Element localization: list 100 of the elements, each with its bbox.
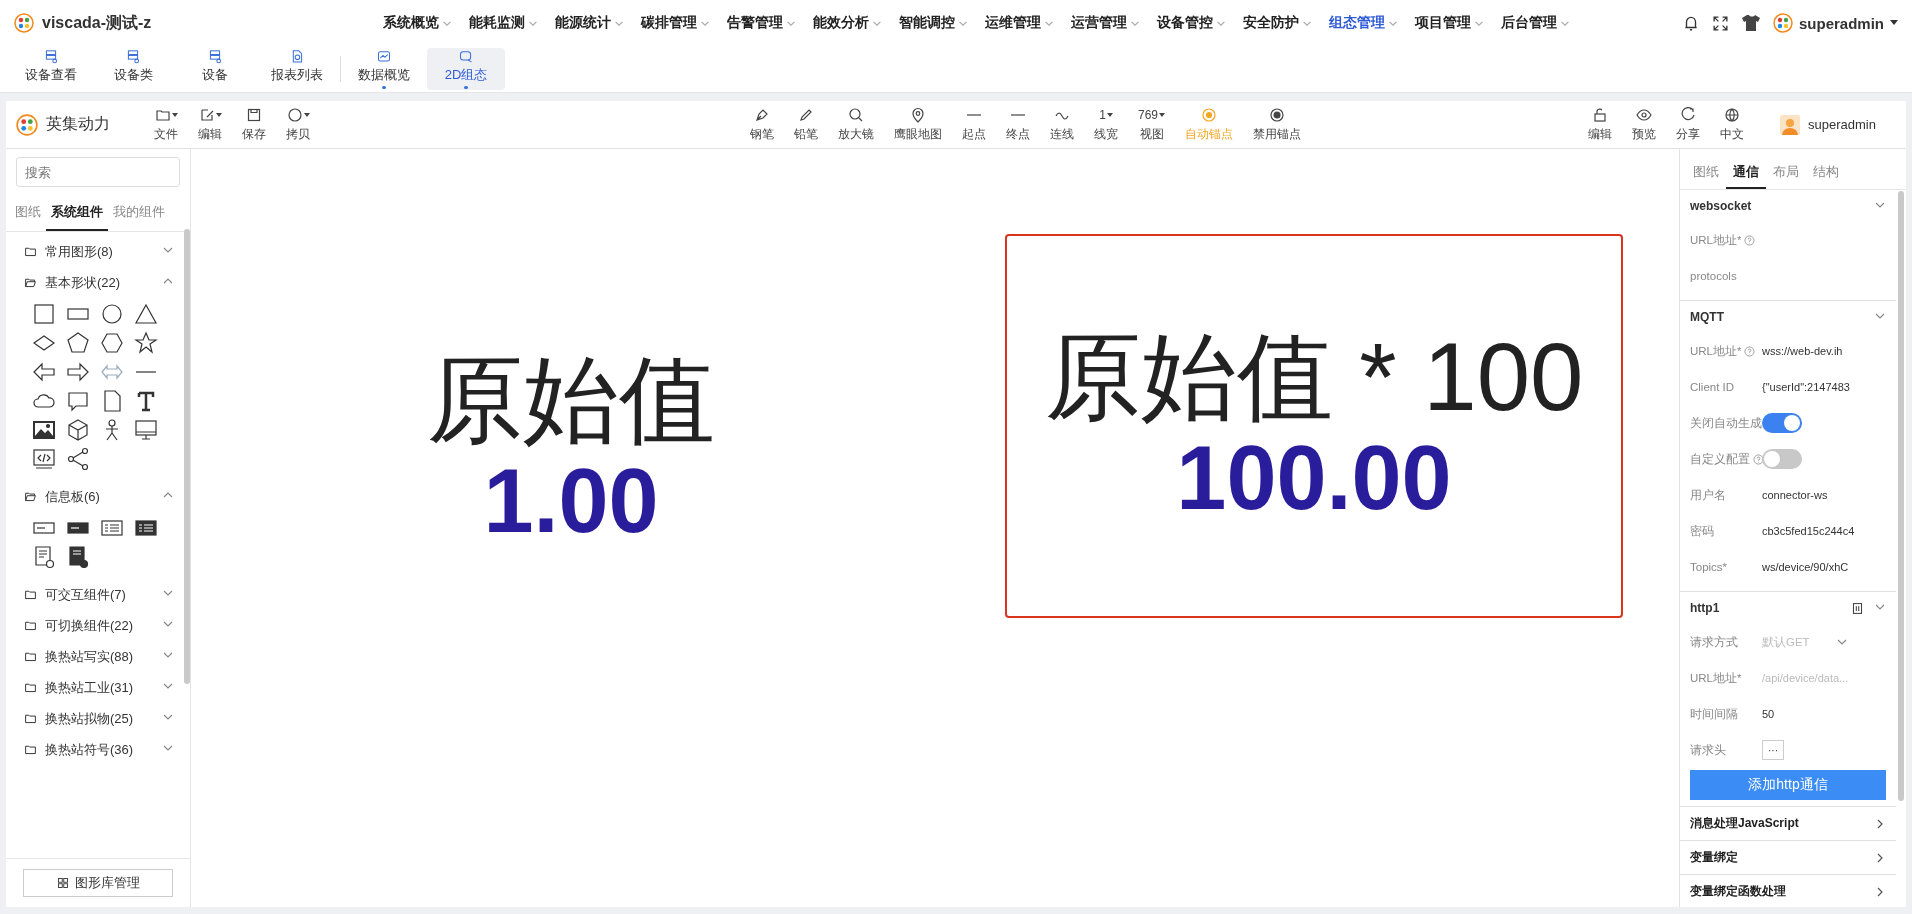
quick-tab[interactable]: 设备类	[94, 48, 172, 90]
sidebar-tab[interactable]: 我的组件	[108, 195, 170, 231]
field-value[interactable]: wss://web-dev.ih	[1762, 345, 1843, 357]
panel-tab[interactable]: 图纸	[1686, 159, 1726, 189]
quick-tab[interactable]: 设备	[176, 48, 254, 90]
toolbar-button[interactable]: 连线	[1040, 106, 1084, 143]
square-icon[interactable]	[32, 302, 56, 326]
toolbar-button[interactable]: 文件	[144, 106, 188, 143]
field-value[interactable]: {"userId":2147483	[1762, 381, 1850, 393]
toolbar-button[interactable]: 拷贝	[276, 106, 320, 143]
category-item[interactable]: 换热站拟物(25)	[18, 703, 180, 734]
toggle-switch[interactable]	[1762, 449, 1802, 469]
field-value[interactable]: connector-ws	[1762, 489, 1828, 501]
nav-menu-item[interactable]: 能耗监测	[460, 14, 546, 32]
category-item[interactable]: 常用图形(8)	[18, 236, 180, 267]
globe-icon	[1724, 106, 1741, 123]
chevron-down-icon	[701, 20, 709, 26]
toolbar-button[interactable]: 终点	[996, 106, 1040, 143]
field-label: Client ID	[1690, 381, 1735, 393]
share-icon[interactable]	[66, 447, 90, 471]
field-label: URL地址*	[1690, 232, 1742, 248]
toolbar-button[interactable]: 769 视图	[1128, 106, 1176, 143]
library-manage-button[interactable]: 图形库管理	[23, 869, 173, 897]
collapsed-section[interactable]: 消息处理JavaScript	[1680, 807, 1896, 841]
panel-tab[interactable]: 布局	[1766, 159, 1806, 189]
speech-bubble-icon[interactable]	[66, 389, 90, 413]
category-item[interactable]: 换热站写实(88)	[18, 641, 180, 672]
search-field[interactable]: 搜索	[16, 157, 180, 187]
user-name[interactable]: superadmin	[1798, 14, 1884, 32]
collapsed-section[interactable]: 变量绑定	[1680, 841, 1896, 875]
toolbar-button[interactable]: 编辑	[1578, 106, 1623, 143]
right-arrow-icon[interactable]	[66, 360, 90, 384]
star-icon[interactable]	[134, 331, 158, 355]
nav-menu-item[interactable]: 运营管理	[1062, 14, 1148, 32]
nav-menu-item[interactable]: 组态管理	[1320, 14, 1406, 32]
field-label: protocols	[1690, 270, 1737, 282]
nav-menu-item[interactable]: 系统概览	[374, 14, 460, 32]
nav-menu-item[interactable]: 告警管理	[718, 14, 804, 32]
quick-tab[interactable]: 数据概览	[345, 48, 423, 90]
cube-icon[interactable]	[66, 418, 90, 442]
toolbar-button[interactable]: 中文	[1710, 106, 1755, 143]
sidebar-tab[interactable]: 图纸	[10, 195, 46, 231]
nav-menu-item[interactable]: 碳排管理	[632, 14, 718, 32]
canvas-group[interactable]: 原始值 1.00	[371, 259, 771, 639]
category-item[interactable]: 信息板(6)	[18, 481, 180, 512]
quick-tab[interactable]: 2D组态	[427, 48, 505, 90]
nav-menu-item[interactable]: 安全防护	[1234, 14, 1320, 32]
pentagon-icon[interactable]	[66, 331, 90, 355]
left-arrow-icon[interactable]	[32, 360, 56, 384]
panel-tab[interactable]: 通信	[1726, 159, 1766, 189]
nav-menu-item[interactable]: 后台管理	[1492, 14, 1578, 32]
circle-icon[interactable]	[100, 302, 124, 326]
category-item[interactable]: 可交互组件(7)	[18, 579, 180, 610]
field-value[interactable]: 50	[1762, 708, 1775, 720]
toolbar-button[interactable]: 预览	[1622, 106, 1667, 143]
toolbar-button[interactable]: 钢笔	[740, 106, 784, 143]
category-item[interactable]: 基本形状(22)	[18, 267, 180, 298]
shirt-icon[interactable]	[1740, 14, 1761, 32]
nav-menu-item[interactable]: 能效分析	[804, 14, 890, 32]
nav-menu-item[interactable]: 项目管理	[1406, 14, 1492, 32]
quick-tab[interactable]: 报表列表	[258, 48, 336, 90]
nav-menu-item[interactable]: 运维管理	[976, 14, 1062, 32]
toolbar-button[interactable]: 起点	[952, 106, 996, 143]
toolbar-button[interactable]: 分享	[1666, 106, 1711, 143]
toolbar-button[interactable]: 鹰眼地图	[884, 106, 952, 143]
chevron-down-icon	[1389, 20, 1397, 26]
toolbar-button[interactable]: 放大镜	[828, 106, 884, 143]
toggle-switch[interactable]	[1762, 413, 1802, 433]
input-field[interactable]: /api/device/data...	[1762, 672, 1874, 684]
field-value[interactable]: cb3c5fed15c244c4	[1762, 525, 1855, 537]
panel-tab[interactable]: 结构	[1806, 159, 1846, 189]
nav-menu-item[interactable]: 设备管控	[1148, 14, 1234, 32]
triangle-icon[interactable]	[134, 302, 158, 326]
folder-icon	[24, 650, 37, 663]
info-document-icon[interactable]	[32, 545, 56, 569]
image-icon[interactable]	[32, 418, 56, 442]
quick-tab[interactable]: 设备查看	[12, 48, 90, 90]
toolbar-button[interactable]: 1 线宽	[1084, 106, 1128, 143]
toolbar-button[interactable]: 禁用锚点	[1243, 106, 1312, 143]
hexagon-icon[interactable]	[100, 331, 124, 355]
user-name[interactable]: superadmin	[1808, 117, 1876, 132]
monitor-icon[interactable]	[134, 418, 158, 442]
more-button[interactable]: ···	[1762, 740, 1784, 760]
collapsed-section[interactable]: 变量绑定函数处理	[1680, 875, 1896, 907]
section-title: MQTT	[1690, 310, 1724, 324]
sidebar-tab[interactable]: 系统组件	[46, 195, 108, 231]
nav-menu-item[interactable]: 能源统计	[546, 14, 632, 32]
field-value[interactable]: ws/device/90/xhC	[1762, 561, 1849, 573]
info-document-icon[interactable]	[66, 545, 90, 569]
category-item[interactable]: 换热站工业(31)	[18, 672, 180, 703]
toolbar-button[interactable]: 编辑	[188, 106, 232, 143]
toolbar-button[interactable]: 保存	[232, 106, 276, 143]
code-icon[interactable]	[32, 447, 56, 471]
selected-frame[interactable]: 原始值 * 100 100.00	[1005, 234, 1623, 618]
logo-icon	[16, 113, 38, 136]
category-item[interactable]: 可切换组件(22)	[18, 610, 180, 641]
category-item[interactable]: 换热站符号(36)	[18, 734, 180, 765]
folder-icon	[24, 588, 37, 601]
toolbar-button[interactable]: 铅笔	[784, 106, 828, 143]
nav-menu-item[interactable]: 智能调控	[890, 14, 976, 32]
